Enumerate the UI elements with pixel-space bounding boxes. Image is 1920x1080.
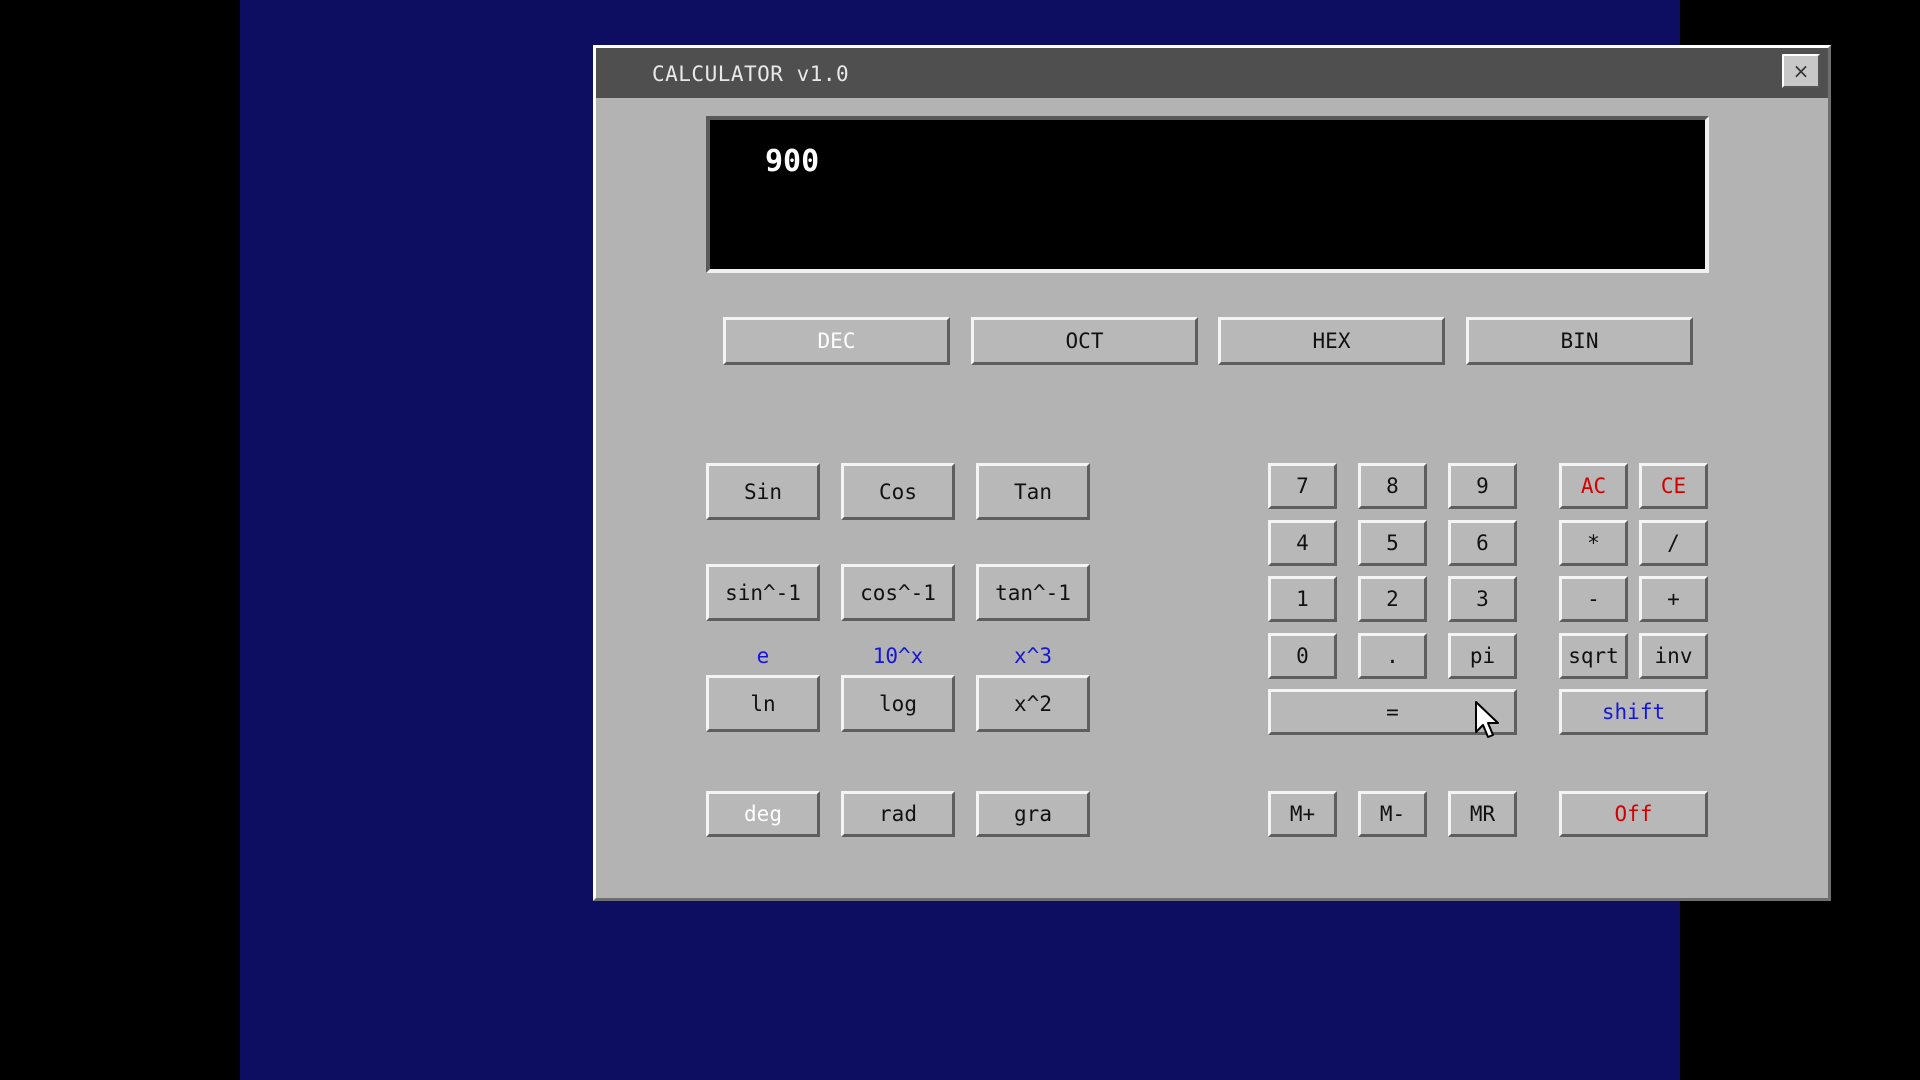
shift-label-e: e (756, 644, 770, 668)
base-oct-button[interactable]: OCT (971, 317, 1198, 365)
memory-subtract-button[interactable]: M- (1358, 791, 1427, 837)
digit-5-button[interactable]: 5 (1358, 520, 1427, 566)
digit-4-button[interactable]: 4 (1268, 520, 1337, 566)
all-clear-button[interactable]: AC (1559, 463, 1628, 509)
ln-button[interactable]: ln (706, 675, 820, 732)
pi-button[interactable]: pi (1448, 633, 1517, 679)
multiply-button[interactable]: * (1559, 520, 1628, 566)
base-hex-button[interactable]: HEX (1218, 317, 1445, 365)
calculator-display: 900 (706, 116, 1709, 273)
close-button[interactable]: × (1782, 54, 1820, 88)
tan-button[interactable]: Tan (976, 463, 1090, 520)
sqrt-button[interactable]: sqrt (1559, 633, 1628, 679)
divide-button[interactable]: / (1639, 520, 1708, 566)
shift-button[interactable]: shift (1559, 689, 1708, 735)
digit-3-button[interactable]: 3 (1448, 576, 1517, 622)
mouse-pointer-icon (1475, 701, 1499, 738)
inverse-button[interactable]: inv (1639, 633, 1708, 679)
window-title: CALCULATOR v1.0 (652, 62, 850, 86)
log-button[interactable]: log (841, 675, 955, 732)
sin-button[interactable]: Sin (706, 463, 820, 520)
angle-rad-button[interactable]: rad (841, 791, 955, 837)
digit-9-button[interactable]: 9 (1448, 463, 1517, 509)
clear-entry-button[interactable]: CE (1639, 463, 1708, 509)
shift-label-10x: 10^x (872, 644, 924, 668)
atan-button[interactable]: tan^-1 (976, 564, 1090, 621)
digit-6-button[interactable]: 6 (1448, 520, 1517, 566)
memory-add-button[interactable]: M+ (1268, 791, 1337, 837)
off-button[interactable]: Off (1559, 791, 1708, 837)
digit-2-button[interactable]: 2 (1358, 576, 1427, 622)
add-button[interactable]: + (1639, 576, 1708, 622)
desktop-background: CALCULATOR v1.0 × 900 DEC OCT HEX BIN Si… (240, 0, 1831, 1080)
memory-recall-button[interactable]: MR (1448, 791, 1517, 837)
digit-1-button[interactable]: 1 (1268, 576, 1337, 622)
title-bar[interactable]: CALCULATOR v1.0 × (596, 48, 1828, 98)
decimal-point-button[interactable]: . (1358, 633, 1427, 679)
base-bin-button[interactable]: BIN (1466, 317, 1693, 365)
digit-8-button[interactable]: 8 (1358, 463, 1427, 509)
square-button[interactable]: x^2 (976, 675, 1090, 732)
digit-0-button[interactable]: 0 (1268, 633, 1337, 679)
asin-button[interactable]: sin^-1 (706, 564, 820, 621)
digit-7-button[interactable]: 7 (1268, 463, 1337, 509)
shift-label-x3: x^3 (1014, 644, 1052, 668)
angle-gra-button[interactable]: gra (976, 791, 1090, 837)
angle-deg-button[interactable]: deg (706, 791, 820, 837)
display-value: 900 (765, 144, 820, 179)
base-dec-button[interactable]: DEC (723, 317, 950, 365)
calculator-window: CALCULATOR v1.0 × 900 DEC OCT HEX BIN Si… (593, 45, 1831, 901)
acos-button[interactable]: cos^-1 (841, 564, 955, 621)
subtract-button[interactable]: - (1559, 576, 1628, 622)
cos-button[interactable]: Cos (841, 463, 955, 520)
